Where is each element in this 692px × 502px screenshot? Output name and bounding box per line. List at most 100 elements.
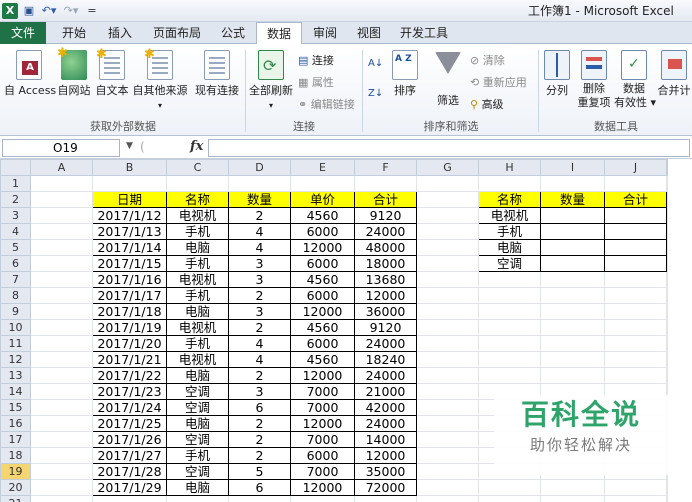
row-header[interactable]: 5 — [0, 239, 31, 256]
table-cell[interactable]: 2017/1/28 — [92, 463, 167, 480]
table-cell[interactable]: 2017/1/27 — [92, 447, 167, 464]
table-cell[interactable]: 3 — [228, 303, 291, 320]
row-header[interactable]: 19 — [0, 463, 31, 480]
cell[interactable] — [30, 335, 93, 352]
table-cell[interactable]: 电视机 — [166, 319, 229, 336]
cell[interactable] — [540, 495, 605, 502]
table-cell[interactable]: 2017/1/22 — [92, 367, 167, 384]
table-cell[interactable]: 4560 — [290, 271, 355, 288]
column-header[interactable]: E — [290, 159, 355, 176]
cell[interactable] — [30, 207, 93, 224]
table-cell[interactable]: 2 — [228, 447, 291, 464]
summary-value-cell[interactable] — [540, 255, 605, 272]
from-web-button[interactable]: ✱ 自网站 — [56, 46, 92, 98]
cell[interactable] — [604, 287, 667, 304]
row-header[interactable]: 21 — [0, 495, 31, 502]
table-cell[interactable]: 2017/1/17 — [92, 287, 167, 304]
table-cell[interactable]: 2017/1/15 — [92, 255, 167, 272]
table-cell[interactable]: 72000 — [354, 479, 417, 496]
table-cell[interactable]: 2017/1/24 — [92, 399, 167, 416]
cell[interactable] — [666, 495, 668, 502]
cell[interactable] — [478, 319, 541, 336]
table-cell[interactable]: 2017/1/25 — [92, 415, 167, 432]
table-cell[interactable]: 21000 — [354, 383, 417, 400]
cell[interactable] — [666, 271, 668, 288]
cell[interactable] — [666, 255, 668, 272]
row-header[interactable]: 15 — [0, 399, 31, 416]
cell[interactable] — [30, 175, 93, 192]
table-cell[interactable]: 6000 — [290, 223, 355, 240]
cell[interactable] — [166, 175, 229, 192]
tab-data[interactable]: 数据 — [256, 22, 302, 45]
summary-item-cell[interactable]: 电视机 — [478, 207, 541, 224]
cell[interactable] — [416, 223, 479, 240]
cell[interactable] — [604, 271, 667, 288]
refresh-all-button[interactable]: ⟳ 全部刷新 ▾ — [248, 50, 294, 111]
cell[interactable] — [540, 479, 605, 496]
cell[interactable] — [416, 303, 479, 320]
row-header[interactable]: 6 — [0, 255, 31, 272]
table-cell[interactable]: 7000 — [290, 383, 355, 400]
cell[interactable] — [30, 223, 93, 240]
table-cell[interactable]: 6 — [228, 399, 291, 416]
table-cell[interactable]: 7000 — [290, 431, 355, 448]
table-cell[interactable]: 6000 — [290, 255, 355, 272]
cell[interactable] — [540, 271, 605, 288]
table-cell[interactable]: 2017/1/29 — [92, 479, 167, 496]
chevron-down-icon[interactable]: ▼ — [126, 141, 133, 151]
row-header[interactable]: 12 — [0, 351, 31, 368]
table-cell[interactable]: 2017/1/19 — [92, 319, 167, 336]
cell[interactable] — [540, 319, 605, 336]
summary-header-cell[interactable]: 名称 — [478, 191, 541, 208]
cell[interactable] — [354, 175, 417, 192]
table-cell[interactable]: 24000 — [354, 415, 417, 432]
table-cell[interactable]: 4 — [228, 239, 291, 256]
table-header-cell[interactable]: 数量 — [228, 191, 291, 208]
row-header[interactable]: 8 — [0, 287, 31, 304]
summary-value-cell[interactable] — [540, 207, 605, 224]
table-cell[interactable]: 手机 — [166, 255, 229, 272]
cell[interactable] — [666, 223, 668, 240]
insert-function-icon[interactable]: fx — [190, 139, 203, 154]
cell[interactable] — [290, 495, 355, 502]
column-header[interactable]: J — [604, 159, 667, 176]
table-cell[interactable]: 2017/1/13 — [92, 223, 167, 240]
table-cell[interactable]: 2017/1/20 — [92, 335, 167, 352]
cell[interactable] — [30, 239, 93, 256]
cell[interactable] — [30, 495, 93, 502]
summary-value-cell[interactable] — [604, 207, 667, 224]
text-to-columns-button[interactable]: 分列 — [542, 50, 572, 98]
table-cell[interactable]: 电视机 — [166, 351, 229, 368]
cell[interactable] — [666, 319, 668, 336]
column-header[interactable]: B — [92, 159, 167, 176]
undo-icon[interactable]: ↶▾ — [40, 3, 58, 19]
cell[interactable] — [666, 287, 668, 304]
column-header[interactable]: G — [416, 159, 479, 176]
edit-links-button[interactable]: ⚭ 编辑链接 — [298, 96, 355, 112]
reapply-button[interactable]: ⟲ 重新应用 — [470, 74, 527, 90]
cell[interactable] — [416, 255, 479, 272]
table-cell[interactable]: 空调 — [166, 463, 229, 480]
customize-qat-button[interactable]: = — [86, 3, 98, 19]
properties-button[interactable]: ▦ 属性 — [298, 74, 334, 90]
row-header[interactable]: 7 — [0, 271, 31, 288]
cell[interactable] — [416, 271, 479, 288]
column-header[interactable]: A — [30, 159, 93, 176]
table-cell[interactable]: 电视机 — [166, 207, 229, 224]
cell[interactable] — [354, 495, 417, 502]
summary-header-cell[interactable]: 合计 — [604, 191, 667, 208]
table-cell[interactable]: 2017/1/23 — [92, 383, 167, 400]
cell[interactable] — [30, 191, 93, 208]
table-header-cell[interactable]: 合计 — [354, 191, 417, 208]
table-cell[interactable]: 24000 — [354, 367, 417, 384]
table-cell[interactable]: 2 — [228, 431, 291, 448]
cell[interactable] — [666, 335, 668, 352]
cell[interactable] — [30, 271, 93, 288]
cell[interactable] — [30, 431, 93, 448]
cell[interactable] — [540, 287, 605, 304]
table-cell[interactable]: 空调 — [166, 399, 229, 416]
cell[interactable] — [416, 175, 479, 192]
summary-item-cell[interactable]: 手机 — [478, 223, 541, 240]
table-cell[interactable]: 12000 — [290, 479, 355, 496]
cell[interactable] — [416, 351, 479, 368]
